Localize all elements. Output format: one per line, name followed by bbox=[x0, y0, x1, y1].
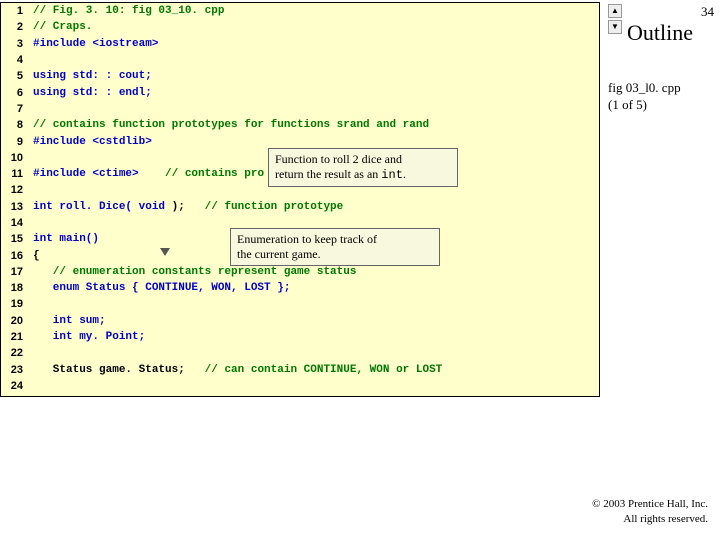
code-line: 3#include <iostream> bbox=[1, 36, 599, 52]
code-line: 5using std: : cout; bbox=[1, 68, 599, 84]
code-line: 21 int my. Point; bbox=[1, 329, 599, 345]
code-line: 22 bbox=[1, 345, 599, 361]
callout-roll-dice: Function to roll 2 dice and return the r… bbox=[268, 148, 458, 187]
code-line: 13int roll. Dice( void ); // function pr… bbox=[1, 199, 599, 215]
callout-enum: Enumeration to keep track of the current… bbox=[230, 228, 440, 266]
outline-file: fig 03_l0. cpp (1 of 5) bbox=[602, 46, 718, 114]
copyright: © 2003 Prentice Hall, Inc. All rights re… bbox=[592, 497, 708, 526]
code-line: 17 // enumeration constants represent ga… bbox=[1, 264, 599, 280]
code-listing: 1// Fig. 3. 10: fig 03_10. cpp2// Craps.… bbox=[0, 2, 600, 397]
code-line: 8// contains function prototypes for fun… bbox=[1, 117, 599, 133]
code-line: 2// Craps. bbox=[1, 19, 599, 35]
code-line: 6using std: : endl; bbox=[1, 84, 599, 100]
code-line: 23 Status game. Status; // can contain C… bbox=[1, 362, 599, 378]
code-line: 24 bbox=[1, 378, 599, 394]
code-line: 19 bbox=[1, 296, 599, 312]
code-line: 18 enum Status { CONTINUE, WON, LOST }; bbox=[1, 280, 599, 296]
code-line: 20 int sum; bbox=[1, 313, 599, 329]
code-line: 1// Fig. 3. 10: fig 03_10. cpp bbox=[1, 3, 599, 19]
outline-panel: Outline fig 03_l0. cpp (1 of 5) bbox=[602, 2, 718, 114]
outline-heading: Outline bbox=[602, 2, 718, 46]
code-line: 7 bbox=[1, 101, 599, 117]
code-line: 4 bbox=[1, 52, 599, 68]
callout-leader-icon bbox=[160, 248, 170, 256]
